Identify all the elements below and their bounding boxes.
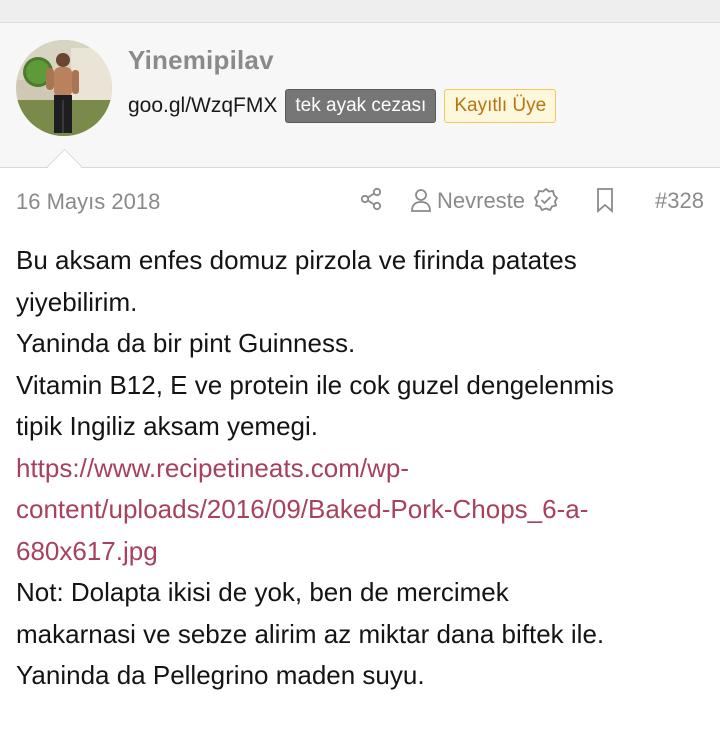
post-number[interactable]: #328	[655, 188, 704, 214]
user-block: Yinemipilav goo.gl/WzqFMX tek ayak cezas…	[0, 23, 720, 168]
user-banner-registered: Kayıtlı Üye	[444, 89, 557, 123]
user-title: goo.gl/WzqFMX	[128, 94, 278, 117]
bookmark-icon[interactable]	[594, 187, 616, 213]
post-text-line: Not: Dolapta ikisi de yok, ben de mercim…	[16, 577, 509, 607]
post-text-line: makarnasi ve sebze alirim az miktar dana…	[16, 618, 605, 649]
post-body: Bu aksam enfes domuz pirzola ve firinda …	[16, 240, 706, 697]
reactor-name[interactable]: Nevreste	[437, 188, 525, 214]
post-link[interactable]: 680x617.jpg	[16, 531, 706, 573]
user-banner-penalty: tek ayak cezası	[285, 89, 437, 123]
post-text-line: Yaninda da Pellegrino maden suyu.	[16, 660, 425, 690]
username[interactable]: Yinemipilav	[128, 45, 274, 76]
top-band	[0, 0, 720, 23]
post-link[interactable]: https://www.recipetineats.com/wp-	[16, 448, 706, 490]
verified-icon	[533, 187, 559, 213]
person-icon	[410, 188, 432, 212]
post-text-line: Bu aksam enfes domuz pirzola ve firinda …	[16, 245, 577, 275]
post-attribution-bar: 16 Mayıs 2018 Nevreste #328	[0, 168, 720, 234]
post-text-line: Vitamin B12, E ve protein ile cok guzel …	[16, 369, 614, 400]
post-date[interactable]: 16 Mayıs 2018	[16, 189, 160, 215]
post-link[interactable]: content/uploads/2016/09/Baked-Pork-Chops…	[16, 489, 706, 531]
post-text-line: tipik Ingiliz aksam yemegi.	[16, 411, 318, 441]
post-text-line: yiyebilirim.	[16, 286, 138, 317]
user-meta: goo.gl/WzqFMX tek ayak cezası Kayıtlı Üy…	[128, 87, 557, 125]
post-text-line: Yaninda da bir pint Guinness.	[16, 328, 356, 358]
avatar[interactable]	[16, 40, 112, 136]
share-icon[interactable]	[358, 186, 384, 212]
